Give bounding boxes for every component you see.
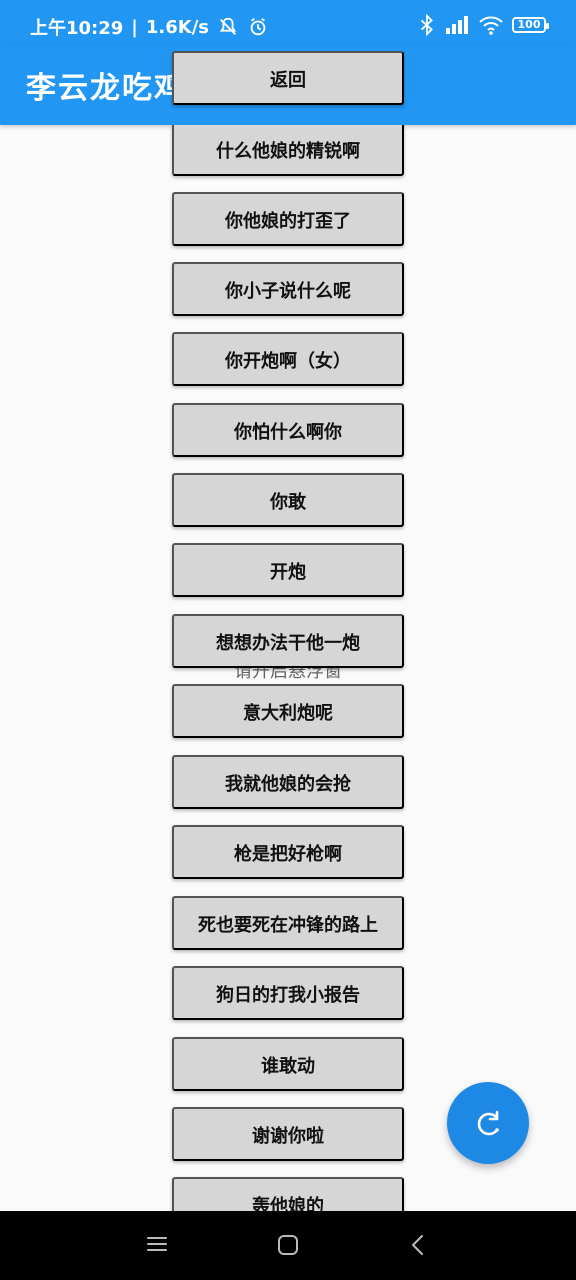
back-icon[interactable] [408, 1233, 428, 1257]
sound-button-11[interactable]: 枪是把好枪啊 [172, 825, 404, 879]
menu-icon[interactable] [146, 1233, 168, 1255]
back-button[interactable]: 返回 [172, 51, 404, 105]
sound-button-1[interactable]: 什么他娘的精锐啊 [172, 125, 404, 176]
refresh-fab[interactable] [447, 1082, 529, 1164]
navigation-bar [0, 1211, 576, 1280]
bell-off-icon [217, 16, 239, 38]
sound-button-14[interactable]: 谁敢动 [172, 1037, 404, 1091]
home-icon[interactable] [276, 1233, 300, 1257]
sound-button-15[interactable]: 谢谢你啦 [172, 1107, 404, 1161]
status-separator: | [131, 16, 138, 38]
page-title: 李云龙吃鸡 [26, 71, 186, 106]
refresh-icon [477, 1110, 499, 1136]
sound-button-4[interactable]: 你开炮啊（女） [172, 332, 404, 386]
sound-button-10[interactable]: 我就他娘的会抢 [172, 755, 404, 809]
sound-button-6[interactable]: 你敢 [172, 473, 404, 527]
wifi-icon [478, 14, 504, 36]
sound-button-8[interactable]: 想想办法干他一炮 [172, 614, 404, 668]
bluetooth-icon [418, 14, 436, 36]
sound-button-7[interactable]: 开炮 [172, 543, 404, 597]
sound-button-16[interactable]: 轰他娘的 [172, 1177, 404, 1211]
alarm-icon [247, 16, 269, 38]
status-bar: 上午10:29 | 1.6K/s 100 [0, 0, 576, 44]
sound-button-3[interactable]: 你小子说什么呢 [172, 262, 404, 316]
sound-button-2[interactable]: 你他娘的打歪了 [172, 192, 404, 246]
status-time: 上午10:29 [30, 18, 124, 39]
network-speed: 1.6K/s [145, 16, 209, 38]
status-left: 上午10:29 | 1.6K/s [30, 14, 269, 40]
sound-button-5[interactable]: 你怕什么啊你 [172, 403, 404, 457]
sound-button-9[interactable]: 意大利炮呢 [172, 684, 404, 738]
status-right: 100 [418, 14, 549, 36]
signal-icon [444, 14, 470, 36]
sound-button-list: 请开启悬浮窗 什么他娘的精锐啊 你他娘的打歪了 你小子说什么呢 你开炮啊（女） … [0, 125, 576, 1211]
battery-icon: 100 [512, 17, 549, 33]
sound-button-12[interactable]: 死也要死在冲锋的路上 [172, 896, 404, 950]
sound-button-13[interactable]: 狗日的打我小报告 [172, 966, 404, 1020]
